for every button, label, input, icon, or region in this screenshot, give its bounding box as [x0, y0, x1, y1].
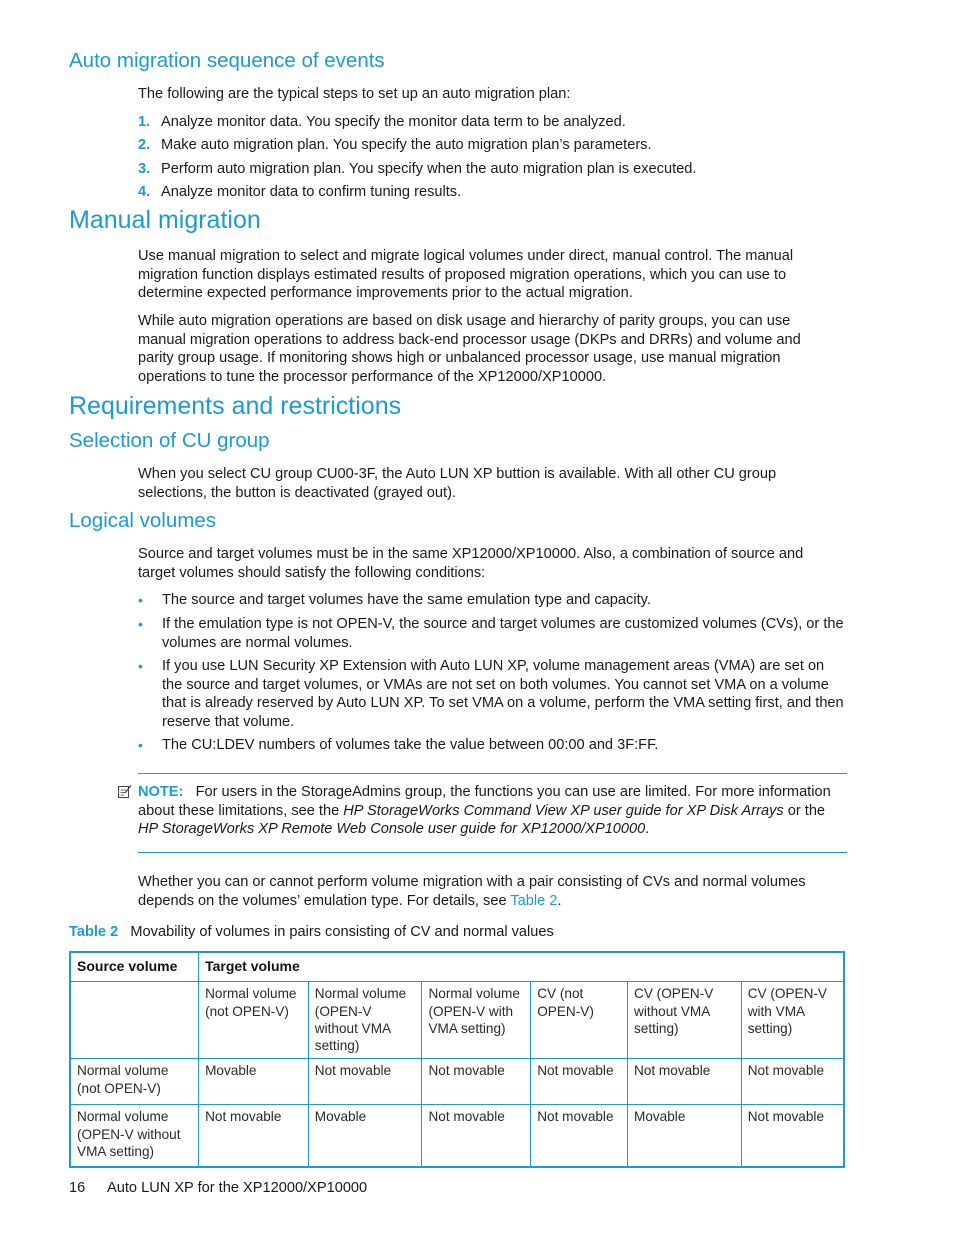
cu-group-para: When you select CU group CU00-3F, the Au… [138, 466, 777, 501]
step-text: Analyze monitor data. You specify the mo… [161, 114, 626, 130]
source-volume-cell: Normal volume (not OPEN-V) [69, 1058, 200, 1106]
note-text-mid: or the [787, 802, 826, 819]
step-item: 2. Make auto migration plan. You specify … [138, 136, 652, 155]
movability-cell: Not movable [307, 1058, 423, 1106]
step-number: 1. [138, 114, 151, 130]
note-top-rule [138, 773, 847, 774]
bullet-text: If you use LUN Security XP Extension wit… [162, 658, 844, 730]
movability-cell: Not movable [530, 1058, 628, 1106]
source-volume-cell: Normal volume (OPEN-V without VMA settin… [69, 1104, 200, 1168]
after-note-end: . [557, 892, 562, 909]
movability-cell: Not movable [740, 1058, 845, 1106]
movability-cell: Not movable [421, 1104, 532, 1168]
after-note-text: Whether you can or cannot perform volume… [138, 874, 806, 909]
movability-cell: Not movable [530, 1104, 628, 1168]
bullet-text: The CU:LDEV numbers of volumes take the … [162, 737, 659, 753]
movability-cell: Not movable [198, 1104, 309, 1168]
movability-cell: Movable [627, 1104, 742, 1168]
movability-cell: Movable [307, 1104, 423, 1168]
bullet-icon: • [138, 616, 143, 632]
step-text: Analyze monitor data to confirm tuning r… [161, 184, 462, 200]
movability-cell: Not movable [740, 1104, 845, 1168]
note-bottom-rule [138, 852, 847, 853]
manual-migration-para-1: Use manual migration to select and migra… [138, 248, 794, 302]
bullet-text: If the emulation type is not OPEN-V, the… [162, 616, 844, 651]
movability-table: Source volume Target volume Normal volum… [69, 951, 845, 1168]
table-2-link[interactable]: Table 2 [510, 893, 557, 909]
note-block: NOTE: For users in the StorageAdmins gro… [138, 783, 848, 839]
step-text: Perform auto migration plan. You specify… [161, 161, 697, 177]
note-text-end: . [645, 821, 650, 838]
target-column-header: Normal volume (OPEN-V without VMA settin… [307, 981, 423, 1060]
note-label: NOTE: [138, 784, 184, 800]
bullet-text: The source and target volumes have the s… [162, 592, 651, 608]
bullet-icon: • [138, 592, 143, 608]
step-number: 4. [138, 184, 151, 200]
table-caption-label: Table 2 [69, 924, 119, 940]
auto-sequence-intro: The following are the typical steps to s… [138, 86, 571, 102]
condition-bullet: • If the emulation type is not OPEN-V, th… [138, 615, 848, 652]
step-item: 1. Analyze monitor data. You specify the … [138, 113, 626, 132]
note-icon [118, 785, 132, 798]
header-source-volume: Source volume [69, 951, 200, 983]
table-row: Normal volume (OPEN-V without VMA settin… [69, 1104, 845, 1168]
page-number: 16 [69, 1180, 86, 1196]
manual-migration-para-2: While auto migration operations are base… [138, 313, 801, 385]
note-ref-command-view-guide: HP StorageWorks Command View XP user gui… [343, 802, 784, 819]
condition-bullet: • If you use LUN Security XP Extension wi… [138, 657, 848, 731]
step-number: 2. [138, 137, 151, 153]
step-text: Make auto migration plan. You specify th… [161, 137, 652, 153]
heading-manual-migration: Manual migration [69, 206, 261, 234]
bullet-icon: • [138, 658, 143, 674]
target-column-header: CV (OPEN-V without VMA setting) [627, 981, 742, 1060]
header-target-volume: Target volume [198, 951, 845, 983]
footer-title: Auto LUN XP for the XP12000/XP10000 [107, 1180, 368, 1196]
table-caption: Table 2 Movability of volumes in pairs c… [69, 923, 554, 942]
movability-cell: Movable [198, 1058, 309, 1106]
empty-cell [69, 981, 200, 1060]
heading-cu-group: Selection of CU group [69, 429, 270, 452]
table-header-row: Source volume Target volume [69, 951, 845, 983]
target-column-header: CV (not OPEN-V) [530, 981, 628, 1060]
logical-volumes-intro: Source and target volumes must be in the… [138, 546, 804, 581]
table-row: Normal volume (not OPEN-V) Movable Not m… [69, 1058, 845, 1106]
heading-auto-migration-sequence: Auto migration sequence of events [69, 49, 385, 72]
heading-logical-volumes: Logical volumes [69, 509, 216, 532]
table-caption-text: Movability of volumes in pairs consistin… [130, 924, 554, 940]
target-column-header: Normal volume (OPEN-V with VMA setting) [421, 981, 532, 1060]
condition-bullet: • The CU:LDEV numbers of volumes take the… [138, 736, 848, 756]
bullet-icon: • [138, 737, 143, 753]
step-item: 3. Perform auto migration plan. You speci… [138, 160, 696, 179]
table-subheader-row: Normal volume (not OPEN-V) Normal volume… [69, 981, 845, 1060]
movability-cell: Not movable [627, 1058, 742, 1106]
note-ref-remote-web-console-guide: HP StorageWorks XP Remote Web Console us… [138, 821, 646, 838]
condition-bullet: • The source and target volumes have the … [138, 591, 848, 611]
step-item: 4. Analyze monitor data to confirm tuning… [138, 183, 461, 202]
heading-requirements: Requirements and restrictions [69, 392, 402, 420]
movability-cell: Not movable [421, 1058, 532, 1106]
after-note-para: Whether you can or cannot perform volume… [138, 873, 848, 910]
target-column-header: Normal volume (not OPEN-V) [198, 981, 309, 1060]
step-number: 3. [138, 161, 151, 177]
target-column-header: CV (OPEN-V with VMA setting) [740, 981, 845, 1060]
